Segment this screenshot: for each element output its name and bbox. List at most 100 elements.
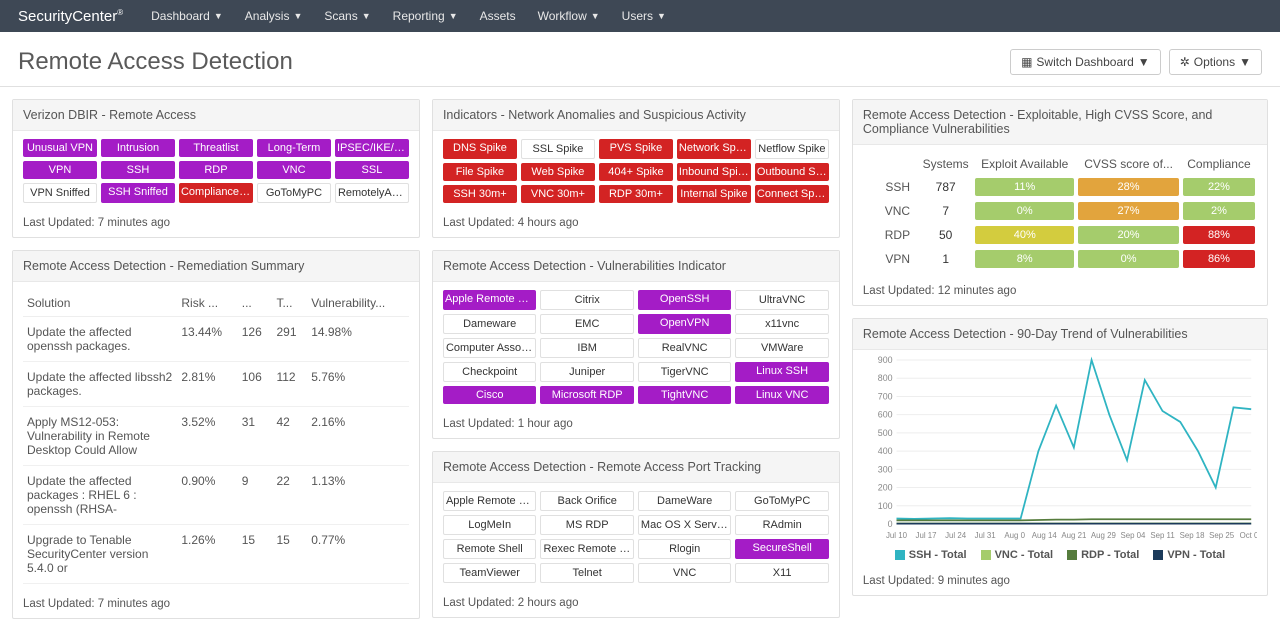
indicator-dameware[interactable]: DameWare [638,491,731,511]
indicator-ultravnc[interactable]: UltraVNC [735,290,829,310]
indicator-cisco[interactable]: Cisco [443,386,536,404]
indicator-compliance-fail[interactable]: Compliance Fail [179,183,253,203]
indicator-ssl-spike[interactable]: SSL Spike [521,139,595,159]
indicator-rdp-30m-[interactable]: RDP 30m+ [599,185,673,203]
brand: SecurityCenter® [18,8,123,25]
indicator-openvpn[interactable]: OpenVPN [638,314,731,334]
indicator-apple-remote-desk[interactable]: Apple Remote Desk [443,290,536,310]
options-button[interactable]: ✲ Options ▼ [1169,49,1262,75]
indicator-remote-shell[interactable]: Remote Shell [443,539,536,559]
panel-title: Remote Access Detection - Remediation Su… [13,251,419,282]
table-row[interactable]: VNC70%27%2% [863,199,1257,223]
indicator-ms-rdp[interactable]: MS RDP [540,515,633,535]
indicator-dameware[interactable]: Dameware [443,314,536,334]
indicator-linux-ssh[interactable]: Linux SSH [735,362,829,382]
indicator-citrix[interactable]: Citrix [540,290,633,310]
indicator-x11[interactable]: X11 [735,563,829,583]
indicator-unusual-vpn[interactable]: Unusual VPN [23,139,97,157]
table-row[interactable]: Update the affected openssh packages.13.… [23,317,409,362]
indicator-long-term[interactable]: Long-Term [257,139,331,157]
indicator-ssh[interactable]: SSH [101,161,175,179]
indicator-ipsec-ike-isakmp[interactable]: IPSEC/IKE/ISAKMP [335,139,409,157]
nav-item-assets[interactable]: Assets [480,9,516,23]
panel-verizon-dbir: Verizon DBIR - Remote Access Unusual VPN… [12,99,420,238]
table-row[interactable]: Update the affected libssh2 packages.2.8… [23,362,409,407]
legend-item[interactable]: VPN - Total [1153,549,1225,561]
indicator-network-spike[interactable]: Network Spike [677,139,751,159]
indicator-radmin[interactable]: RAdmin [735,515,829,535]
legend-item[interactable]: RDP - Total [1067,549,1139,561]
indicator-ibm[interactable]: IBM [540,338,633,358]
indicator-inbound-spike[interactable]: Inbound Spike [677,163,751,181]
indicator-mac-os-x-server-adm[interactable]: Mac OS X Server adm [638,515,731,535]
indicator-threatlist[interactable]: Threatlist [179,139,253,157]
table-row[interactable]: Upgrade to Tenable SecurityCenter versio… [23,525,409,584]
panel-updated: Last Updated: 7 minutes ago [13,592,419,618]
indicator-outbound-spike[interactable]: Outbound Spike [755,163,829,181]
metric-bar: 11% [975,178,1074,196]
indicator-vnc[interactable]: VNC [638,563,731,583]
indicator-emc[interactable]: EMC [540,314,633,334]
indicator-dns-spike[interactable]: DNS Spike [443,139,517,159]
nav-item-workflow[interactable]: Workflow▼ [538,9,600,23]
indicator-gotomypc[interactable]: GoToMyPC [257,183,331,203]
indicator-netflow-spike[interactable]: Netflow Spike [755,139,829,159]
svg-text:0: 0 [888,519,893,529]
indicator-microsoft-rdp[interactable]: Microsoft RDP [540,386,633,404]
indicator-vnc[interactable]: VNC [257,161,331,179]
indicator-x11vnc[interactable]: x11vnc [735,314,829,334]
panel-remediation-summary: Remote Access Detection - Remediation Su… [12,250,420,619]
nav-item-analysis[interactable]: Analysis▼ [245,9,303,23]
indicator-checkpoint[interactable]: Checkpoint [443,362,536,382]
nav-item-users[interactable]: Users▼ [622,9,666,23]
legend-item[interactable]: VNC - Total [981,549,1053,561]
indicator-vpn-sniffed[interactable]: VPN Sniffed [23,183,97,203]
indicator-realvnc[interactable]: RealVNC [638,338,731,358]
indicator-apple-remote-deskto[interactable]: Apple Remote Deskto [443,491,536,511]
indicator-ssh-30m-[interactable]: SSH 30m+ [443,185,517,203]
chevron-down-icon: ▼ [1138,55,1150,69]
indicator-ssl[interactable]: SSL [335,161,409,179]
indicator-logmein[interactable]: LogMeIn [443,515,536,535]
table-row[interactable]: Apply MS12-053: Vulnerability in Remote … [23,407,409,466]
nav-item-reporting[interactable]: Reporting▼ [393,9,458,23]
table-row[interactable]: SSH78711%28%22% [863,175,1257,199]
table-row[interactable]: VPN18%0%86% [863,247,1257,271]
indicator-telnet[interactable]: Telnet [540,563,633,583]
indicator-back-orifice[interactable]: Back Orifice [540,491,633,511]
indicator-juniper[interactable]: Juniper [540,362,633,382]
indicator-teamviewer[interactable]: TeamViewer [443,563,536,583]
metric-bar: 28% [1078,178,1179,196]
nav-item-scans[interactable]: Scans▼ [324,9,370,23]
indicator-rexec-remote-proce[interactable]: Rexec Remote Proce [540,539,633,559]
indicator-linux-vnc[interactable]: Linux VNC [735,386,829,404]
indicator-connect-spike[interactable]: Connect Spike [755,185,829,203]
indicator-web-spike[interactable]: Web Spike [521,163,595,181]
switch-dashboard-button[interactable]: ▦ Switch Dashboard ▼ [1010,49,1161,75]
indicator-rdp[interactable]: RDP [179,161,253,179]
svg-text:200: 200 [878,482,893,492]
indicator-vnc-30m-[interactable]: VNC 30m+ [521,185,595,203]
table-row[interactable]: Update the affected packages : RHEL 6 : … [23,466,409,525]
indicator-remotelyanywhere[interactable]: RemotelyAnywhere [335,183,409,203]
indicator-tightvnc[interactable]: TightVNC [638,386,731,404]
indicator-404-spike[interactable]: 404+ Spike [599,163,673,181]
indicator-tigervnc[interactable]: TigerVNC [638,362,731,382]
indicator-vpn[interactable]: VPN [23,161,97,179]
legend-item[interactable]: SSH - Total [895,549,967,561]
indicator-secureshell[interactable]: SecureShell [735,539,829,559]
indicator-openssh[interactable]: OpenSSH [638,290,731,310]
indicator-internal-spike[interactable]: Internal Spike [677,185,751,203]
panel-title: Indicators - Network Anomalies and Suspi… [433,100,839,131]
nav-item-dashboard[interactable]: Dashboard▼ [151,9,223,23]
compliance-table: SystemsExploit AvailableCVSS score of...… [863,153,1257,271]
indicator-computer-associates[interactable]: Computer Associates [443,338,536,358]
indicator-ssh-sniffed[interactable]: SSH Sniffed [101,183,175,203]
indicator-pvs-spike[interactable]: PVS Spike [599,139,673,159]
indicator-rlogin[interactable]: Rlogin [638,539,731,559]
table-row[interactable]: RDP5040%20%88% [863,223,1257,247]
indicator-file-spike[interactable]: File Spike [443,163,517,181]
indicator-vmware[interactable]: VMWare [735,338,829,358]
indicator-intrusion[interactable]: Intrusion [101,139,175,157]
indicator-gotomypc[interactable]: GoToMyPC [735,491,829,511]
